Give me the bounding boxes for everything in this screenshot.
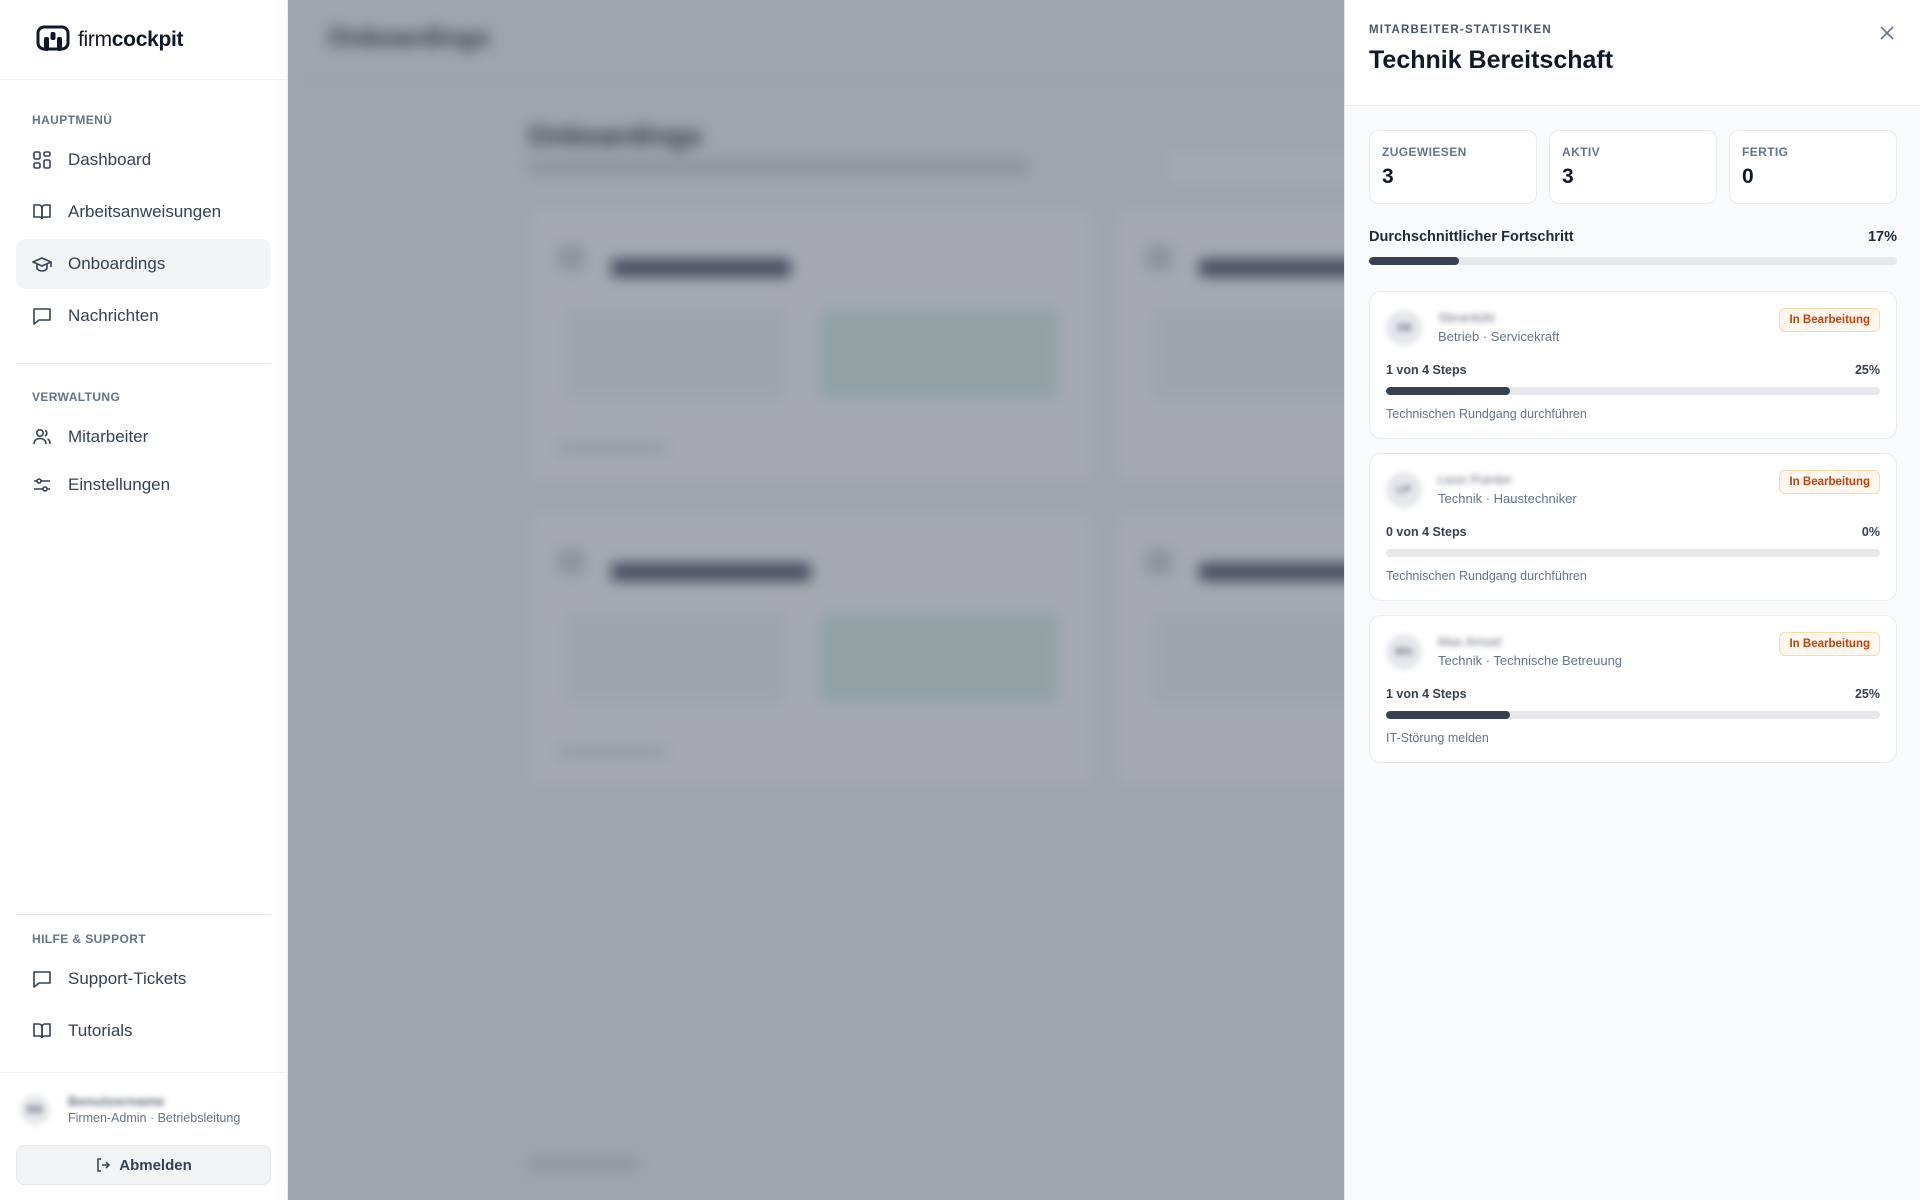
- steps-text: 0 von 4 Steps: [1386, 525, 1467, 539]
- current-task: IT-Störung melden: [1386, 731, 1489, 745]
- panel-overline: MITARBEITER-STATISTIKEN: [1369, 24, 1552, 36]
- close-button[interactable]: [1878, 24, 1896, 42]
- section-title-help: HILFE & SUPPORT: [32, 932, 147, 946]
- employee-name: Sbranitzki: [1438, 310, 1496, 325]
- nav-item-mitarbeiter[interactable]: Mitarbeiter: [16, 412, 271, 462]
- employee-role: Technik · Haustechniker: [1438, 491, 1577, 506]
- nav-item-einstellungen[interactable]: Einstellungen: [16, 460, 271, 510]
- user-role: Firmen-Admin · Betriebsleitung: [68, 1111, 241, 1125]
- steps-text: 1 von 4 Steps: [1386, 687, 1467, 701]
- divider: [16, 914, 271, 915]
- nav-label: Arbeitsanweisungen: [68, 202, 222, 221]
- logout-button[interactable]: Abmelden: [16, 1145, 271, 1185]
- stat-active: AKTIV 3: [1549, 130, 1717, 204]
- nav-item-dashboard[interactable]: Dashboard: [16, 135, 271, 185]
- section-title-main: HAUPTMENÜ: [32, 113, 113, 127]
- avatar: MA: [1386, 634, 1422, 670]
- employee-stats-panel: MITARBEITER-STATISTIKEN Technik Bereitsc…: [1344, 0, 1920, 1200]
- stats-row: ZUGEWIESEN 3 AKTIV 3 FERTIG 0: [1369, 130, 1897, 204]
- current-task: Technischen Rundgang durchführen: [1386, 407, 1587, 421]
- nav-item-tutorials[interactable]: Tutorials: [16, 1006, 271, 1056]
- steps-text: 1 von 4 Steps: [1386, 363, 1467, 377]
- average-progress-row: Durchschnittlicher Fortschritt 17%: [1369, 229, 1897, 245]
- message-icon: [33, 308, 51, 325]
- nav-label: Einstellungen: [68, 475, 171, 494]
- progress-fill: [1386, 711, 1510, 719]
- nav-label: Dashboard: [68, 150, 152, 169]
- stat-value: 3: [1562, 165, 1574, 188]
- nav-item-onboardings[interactable]: Onboardings: [16, 239, 271, 289]
- logout-icon: [97, 1158, 111, 1172]
- employee-card[interactable]: MA Max Amsel Technik · Technische Betreu…: [1369, 615, 1897, 763]
- users-icon: [33, 428, 51, 445]
- brand-name: firmcockpit: [78, 27, 184, 51]
- employee-card[interactable]: SB Sbranitzki Betrieb · Servicekraft In …: [1369, 291, 1897, 439]
- sliders-icon: [34, 478, 50, 492]
- stat-assigned: ZUGEWIESEN 3: [1369, 130, 1537, 204]
- progress-bar: [1386, 387, 1880, 395]
- section-title-admin: VERWALTUNG: [32, 390, 121, 404]
- employee-name: Leon Pointer: [1438, 472, 1512, 487]
- avatar: SB: [1386, 310, 1422, 346]
- brand-logo[interactable]: firmcockpit: [0, 0, 287, 80]
- book-icon: [33, 1023, 51, 1039]
- avatar: LP: [1386, 472, 1422, 508]
- stat-label: AKTIV: [1562, 145, 1600, 159]
- progress-percent: 25%: [1854, 363, 1880, 377]
- nav-item-support-tickets[interactable]: Support-Tickets: [16, 954, 271, 1004]
- stat-label: ZUGEWIESEN: [1382, 145, 1467, 159]
- status-badge: In Bearbeitung: [1779, 470, 1880, 494]
- user-name: Benutzername: [68, 1093, 165, 1109]
- stat-label: FERTIG: [1742, 145, 1789, 159]
- progress-bar: [1386, 549, 1880, 557]
- progress-fill: [1386, 387, 1510, 395]
- employee-name: Max Amsel: [1438, 634, 1502, 649]
- stat-done: FERTIG 0: [1729, 130, 1897, 204]
- progress-percent: 0%: [1861, 525, 1880, 539]
- message-icon: [33, 971, 51, 988]
- employee-role: Technik · Technische Betreuung: [1438, 653, 1623, 668]
- nav-label: Tutorials: [68, 1021, 133, 1040]
- grid-icon: [33, 151, 51, 169]
- avatar: BB: [20, 1095, 50, 1125]
- current-task: Technischen Rundgang durchführen: [1386, 569, 1587, 583]
- cockpit-logo-icon: [36, 25, 70, 51]
- graduation-cap-icon: [32, 257, 52, 272]
- nav-item-arbeitsanweisungen[interactable]: Arbeitsanweisungen: [16, 187, 271, 237]
- employee-card[interactable]: LP Leon Pointer Technik · Haustechniker …: [1369, 453, 1897, 601]
- sidebar: firmcockpit HAUPTMENÜ Dashboard Arbeitsa…: [0, 0, 288, 1200]
- stat-value: 3: [1382, 165, 1394, 188]
- book-icon: [33, 204, 51, 220]
- average-progress-bar: [1369, 257, 1897, 265]
- divider: [16, 363, 271, 364]
- panel-header: MITARBEITER-STATISTIKEN Technik Bereitsc…: [1345, 0, 1920, 106]
- progress-fill: [1369, 257, 1459, 265]
- progress-percent: 25%: [1854, 687, 1880, 701]
- employee-role: Betrieb · Servicekraft: [1438, 329, 1560, 344]
- progress-bar: [1386, 711, 1880, 719]
- nav-item-nachrichten[interactable]: Nachrichten: [16, 291, 271, 341]
- nav-label: Nachrichten: [68, 306, 159, 325]
- status-badge: In Bearbeitung: [1779, 632, 1880, 656]
- average-progress-label: Durchschnittlicher Fortschritt: [1369, 229, 1574, 245]
- panel-title: Technik Bereitschaft: [1369, 46, 1614, 74]
- nav-label: Onboardings: [68, 254, 166, 273]
- stat-value: 0: [1742, 165, 1754, 188]
- nav-label: Mitarbeiter: [68, 427, 149, 446]
- close-icon: [1880, 26, 1894, 40]
- average-progress-value: 17%: [1867, 229, 1897, 245]
- user-profile: BB Benutzername Firmen-Admin · Betriebsl…: [0, 1072, 288, 1200]
- nav-label: Support-Tickets: [68, 969, 187, 988]
- status-badge: In Bearbeitung: [1779, 308, 1880, 332]
- logout-label: Abmelden: [119, 1156, 192, 1174]
